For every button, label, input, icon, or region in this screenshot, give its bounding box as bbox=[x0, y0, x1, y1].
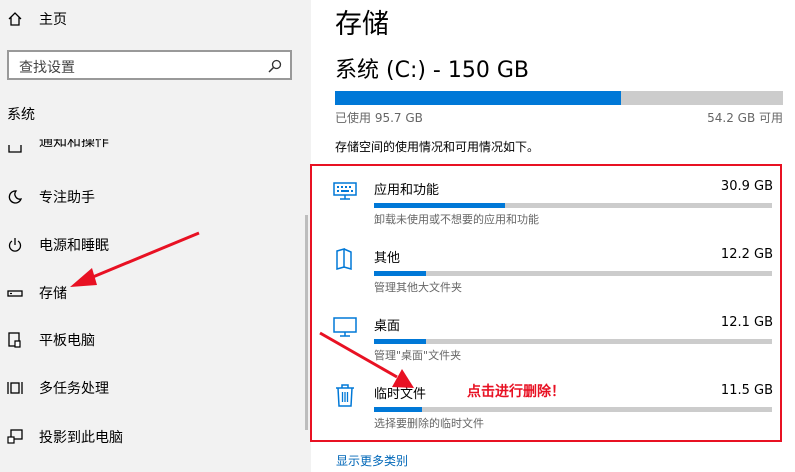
arrow-head-temp-files bbox=[392, 369, 414, 388]
arrow-to-storage bbox=[87, 231, 200, 281]
arrow-head-storage bbox=[70, 268, 97, 287]
arrow-to-temp-files bbox=[319, 331, 398, 379]
annotation-arrows bbox=[70, 231, 414, 388]
